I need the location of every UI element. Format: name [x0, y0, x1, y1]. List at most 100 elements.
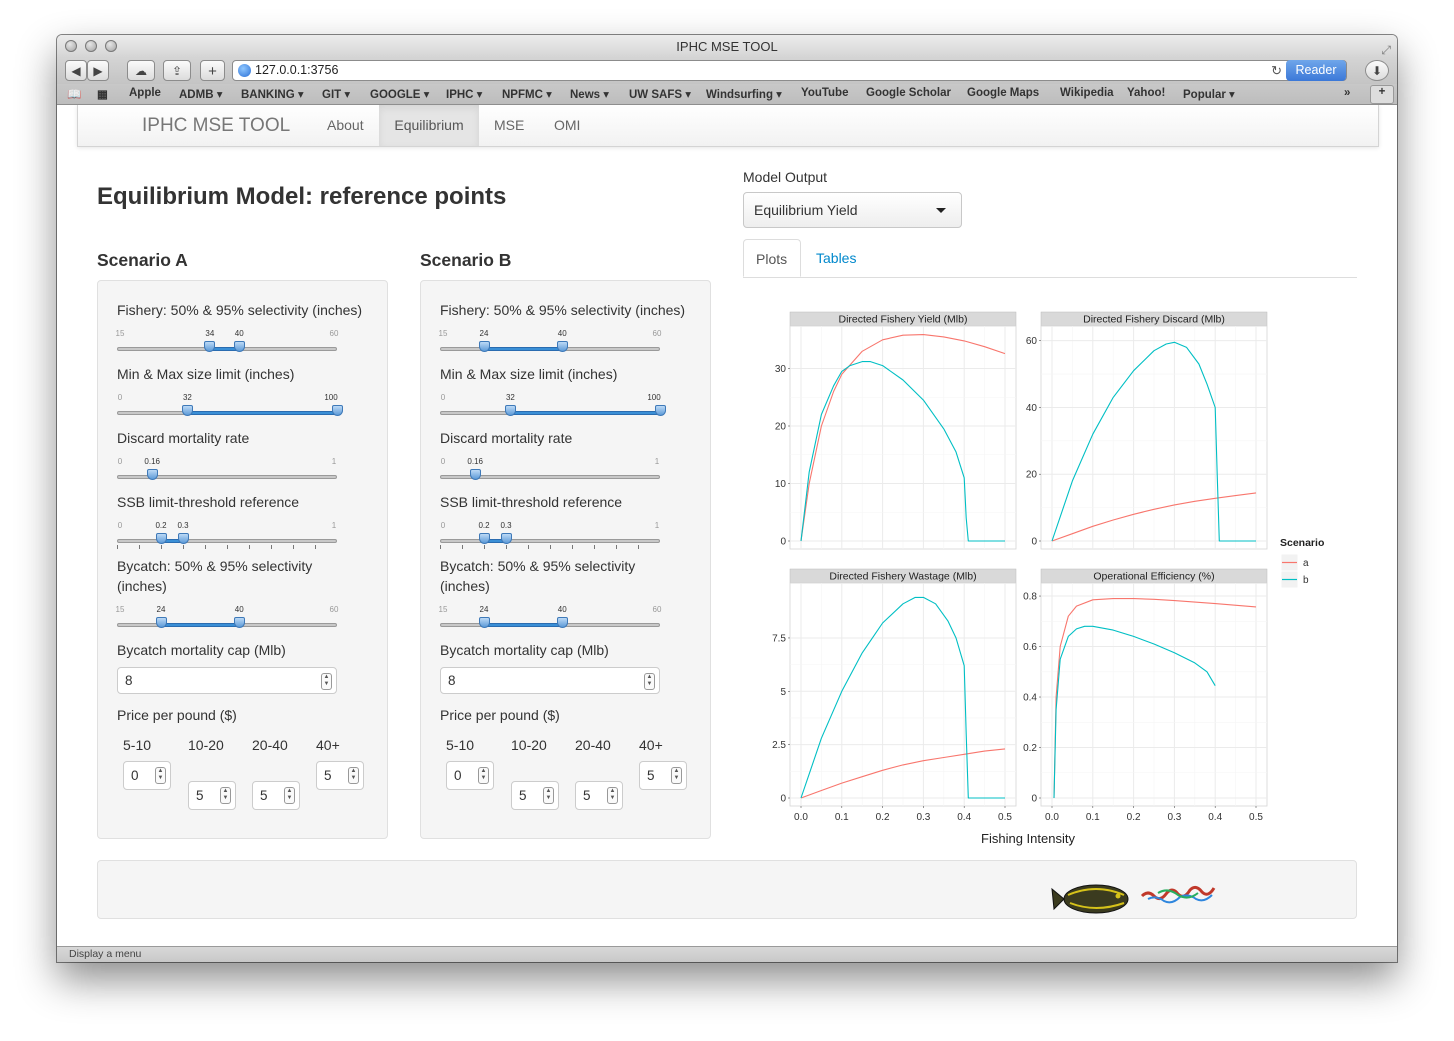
nav-about[interactable]: About	[312, 105, 379, 146]
new-tab-button[interactable]: +	[200, 60, 225, 81]
bookmark-item[interactable]: Popular ▾	[1183, 87, 1235, 101]
slider-value-label: 100	[324, 393, 338, 402]
price-input[interactable]: 5 ▲ ▼	[316, 761, 364, 790]
bookmark-item[interactable]: NPFMC ▾	[502, 87, 552, 101]
slider-handle[interactable]	[556, 341, 568, 352]
forward-button[interactable]: ▶	[87, 60, 109, 81]
model-output-select[interactable]: Equilibrium Yield	[743, 192, 962, 228]
range-slider[interactable]: 0 1 0.16	[440, 457, 660, 487]
slider-handle[interactable]	[478, 617, 490, 628]
slider-max-label: 60	[652, 605, 662, 614]
downloads-button[interactable]: ⬇	[1365, 60, 1389, 81]
slider-handle[interactable]	[504, 405, 516, 416]
stepper-icon[interactable]: ▲ ▼	[543, 787, 554, 804]
stepper-icon[interactable]: ▲ ▼	[478, 767, 489, 784]
range-slider[interactable]: 0 1 0.16	[117, 457, 337, 487]
price-input[interactable]: 5 ▲ ▼	[252, 781, 300, 810]
navbar-brand[interactable]: IPHC MSE TOOL	[142, 115, 290, 137]
top-sites-icon[interactable]: ▦	[97, 87, 108, 101]
stepper-icon[interactable]: ▲ ▼	[220, 787, 231, 804]
range-slider[interactable]: 0 1 0.2 0.3	[440, 521, 660, 551]
slider-handle[interactable]	[469, 469, 481, 480]
bookmark-item[interactable]: Wikipedia	[1060, 87, 1114, 99]
bookmark-item[interactable]: YouTube	[801, 87, 848, 99]
bookmark-item[interactable]: IPHC ▾	[446, 87, 482, 101]
bookmark-item[interactable]: Apple	[129, 87, 161, 99]
nav-mse[interactable]: MSE	[479, 105, 539, 146]
slider-handle[interactable]	[155, 617, 167, 628]
stepper-icon[interactable]: ▲ ▼	[644, 673, 655, 690]
stepper-icon[interactable]: ▲ ▼	[348, 767, 359, 784]
bookmark-item[interactable]: GOOGLE ▾	[370, 87, 429, 101]
stepper-icon[interactable]: ▲ ▼	[671, 767, 682, 784]
reload-icon[interactable]: ↻	[1271, 61, 1282, 80]
slider-track[interactable]	[440, 539, 660, 543]
slider-handle[interactable]	[478, 341, 490, 352]
share-button[interactable]: ⇪	[163, 60, 191, 81]
price-input[interactable]: 0 ▲ ▼	[123, 761, 171, 790]
tab-plots[interactable]: Plots	[743, 239, 801, 277]
stepper-icon[interactable]: ▲ ▼	[321, 673, 332, 690]
stepper-icon[interactable]: ▲ ▼	[284, 787, 295, 804]
range-slider[interactable]: 15 60 24 40	[439, 329, 661, 359]
slider-handle[interactable]	[181, 405, 193, 416]
slider-handle[interactable]	[478, 533, 490, 544]
bookmark-item[interactable]: News ▾	[570, 87, 609, 101]
nav-omi[interactable]: OMI	[539, 105, 595, 146]
range-slider[interactable]: 15 60 24 40	[116, 605, 338, 635]
bycatch-cap-input[interactable]: 8 ▲ ▼	[117, 667, 337, 694]
minimize-window-button[interactable]	[85, 40, 97, 52]
bookmark-item[interactable]: Windsurfing ▾	[706, 87, 782, 101]
bookmark-item[interactable]: ADMB ▾	[179, 87, 222, 101]
bycatch-cap-value: 8	[125, 673, 133, 688]
y-tick-label: 30	[775, 364, 787, 375]
stepper-icon[interactable]: ▲ ▼	[155, 767, 166, 784]
slider-handle[interactable]	[146, 469, 158, 480]
slider-handle[interactable]	[654, 405, 666, 416]
price-input[interactable]: 5 ▲ ▼	[188, 781, 236, 810]
share-icon: ⇪	[171, 64, 183, 78]
more-bookmarks-icon[interactable]: »	[1344, 87, 1350, 99]
price-input[interactable]: 5 ▲ ▼	[639, 761, 687, 790]
close-window-button[interactable]	[65, 40, 77, 52]
legend-label: a	[1303, 558, 1309, 569]
bookmark-item[interactable]: UW SAFS ▾	[629, 87, 691, 101]
slider-handle[interactable]	[556, 617, 568, 628]
slider-handle[interactable]	[331, 405, 343, 416]
slider-track[interactable]	[117, 539, 337, 543]
bycatch-cap-input[interactable]: 8 ▲ ▼	[440, 667, 660, 694]
range-slider[interactable]: 0 32 100	[440, 393, 666, 423]
price-input[interactable]: 0 ▲ ▼	[446, 761, 494, 790]
bookmark-item[interactable]: BANKING ▾	[241, 87, 304, 101]
range-slider[interactable]: 15 60 34 40	[116, 329, 338, 359]
back-button[interactable]: ◀	[65, 60, 87, 81]
tab-tables[interactable]: Tables	[804, 239, 868, 277]
slider-handle[interactable]	[233, 341, 245, 352]
bookmark-item[interactable]: GIT ▾	[322, 87, 350, 101]
zoom-window-button[interactable]	[105, 40, 117, 52]
size-limit-label: Min & Max size limit (inches)	[117, 366, 295, 382]
reading-list-icon[interactable]: 📖	[67, 87, 81, 101]
slider-handle[interactable]	[233, 617, 245, 628]
nav-equilibrium[interactable]: Equilibrium	[379, 105, 479, 146]
range-slider[interactable]: 15 60 24 40	[439, 605, 662, 635]
price-input[interactable]: 5 ▲ ▼	[575, 781, 623, 810]
address-bar[interactable]: 127.0.0.1:3756 ↻ Reader	[232, 60, 1347, 81]
plot-svg: Directed Fishery Yield (Mlb) 0 10 20 30 Direc…	[772, 311, 1324, 846]
add-tab-icon[interactable]: +	[1370, 85, 1394, 104]
bookmark-label: BANKING	[241, 89, 295, 101]
slider-max-label: 1	[331, 521, 337, 530]
bookmark-item[interactable]: Google Maps	[967, 87, 1039, 99]
price-input[interactable]: 5 ▲ ▼	[511, 781, 559, 810]
stepper-icon[interactable]: ▲ ▼	[607, 787, 618, 804]
slider-handle[interactable]	[500, 533, 512, 544]
bookmark-item[interactable]: Yahoo!	[1127, 87, 1165, 99]
reader-button[interactable]: Reader	[1286, 60, 1346, 81]
slider-handle[interactable]	[155, 533, 167, 544]
range-slider[interactable]: 0 32 100	[117, 393, 343, 423]
range-slider[interactable]: 0 1 0.2 0.3	[117, 521, 337, 551]
slider-handle[interactable]	[177, 533, 189, 544]
icloud-tabs-button[interactable]: ☁	[127, 60, 155, 81]
panel-title: Operational Efficiency (%)	[1093, 571, 1214, 583]
bookmark-item[interactable]: Google Scholar	[866, 87, 951, 99]
